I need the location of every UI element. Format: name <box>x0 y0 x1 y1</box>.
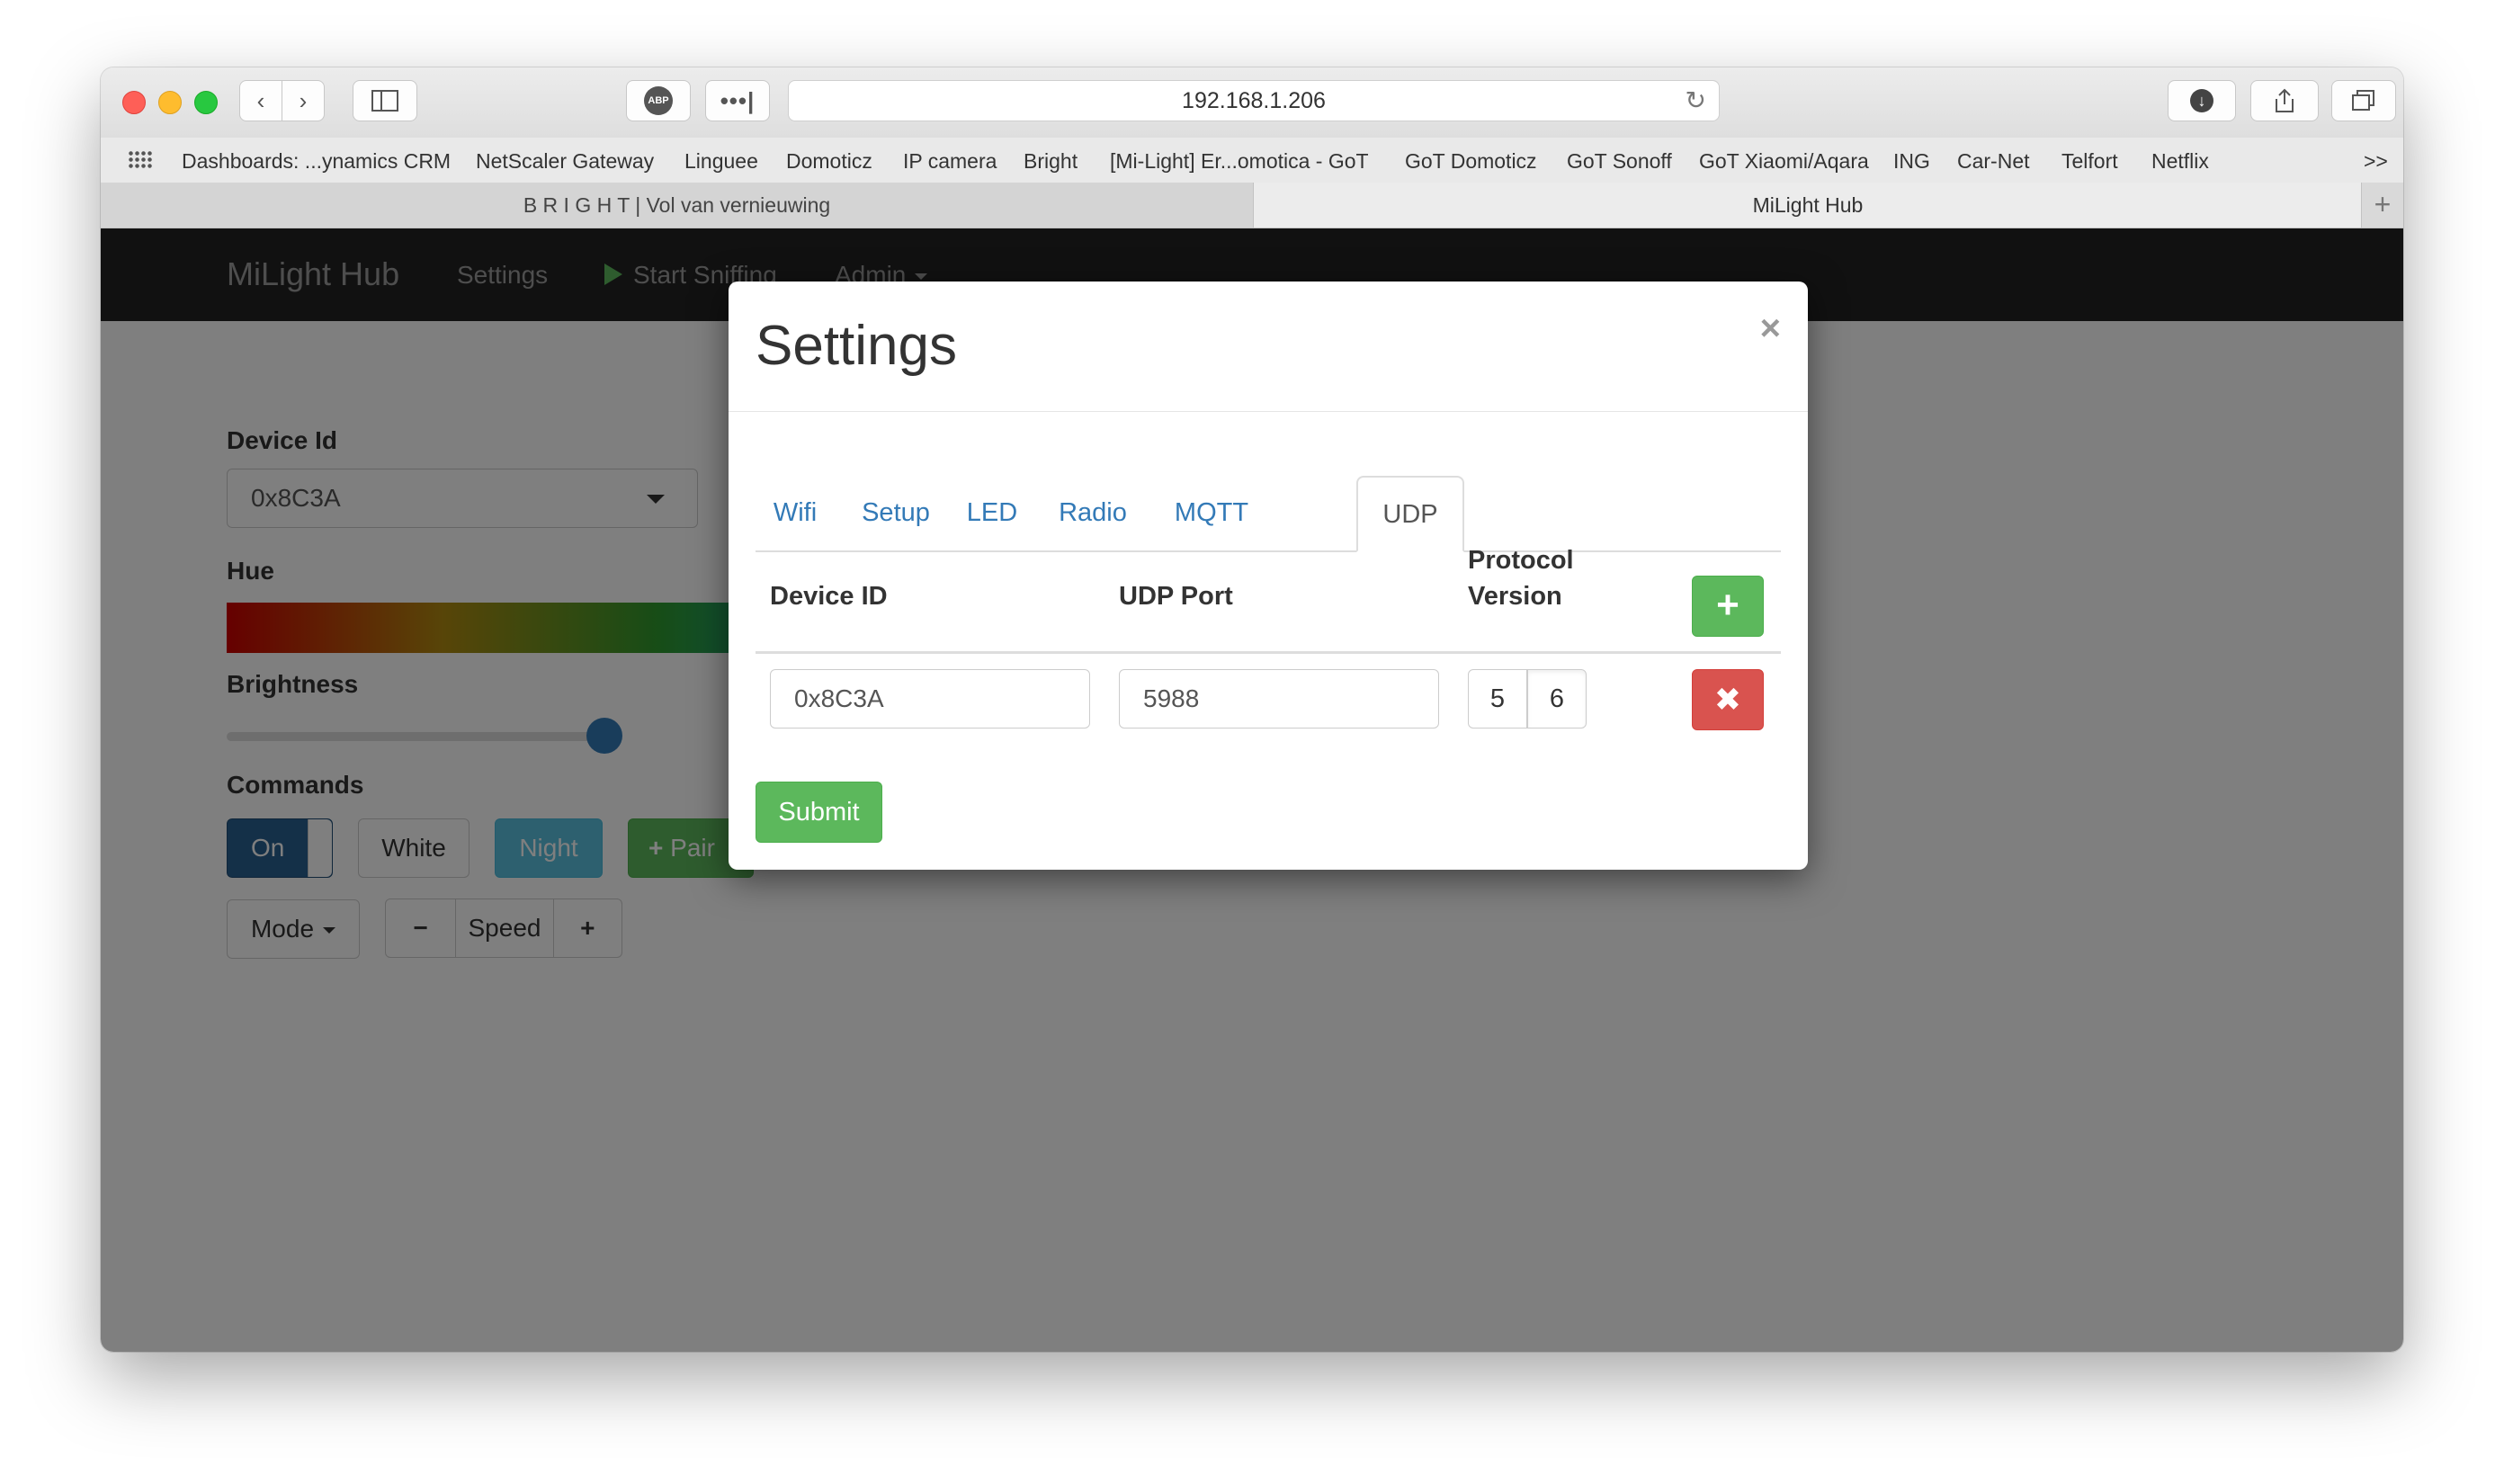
tab-overview-button[interactable] <box>2331 80 2396 121</box>
tab-radio[interactable]: Radio <box>1047 476 1139 550</box>
more-dots-icon: •••| <box>720 86 756 114</box>
url-text: 192.168.1.206 <box>1182 88 1326 113</box>
submit-button[interactable]: Submit <box>756 782 882 843</box>
adblock-button[interactable]: ABP <box>626 80 691 121</box>
tab-led[interactable]: LED <box>959 476 1025 550</box>
settings-tabs: Wifi Setup LED Radio MQTT UDP <box>756 476 1781 552</box>
modal-title: Settings <box>756 315 958 377</box>
add-row-button[interactable]: + <box>1692 576 1764 637</box>
protocol-version-option-6[interactable]: 6 <box>1527 669 1587 729</box>
web-page: MiLight Hub Settings Start Sniffing Admi… <box>101 228 2403 1352</box>
tab-mqtt[interactable]: MQTT <box>1162 476 1261 550</box>
column-header-udp-port: UDP Port <box>1119 582 1233 611</box>
bookmark[interactable]: GoT Xiaomi/Aqara <box>1699 149 1869 174</box>
back-button[interactable]: ‹ <box>239 80 282 121</box>
browser-toolbar: ‹ › ABP •••| 192.168.1.206 ↻ ↓ <box>101 67 2403 139</box>
modal-header: Settings × <box>729 282 1808 412</box>
bookmark[interactable]: IP camera <box>903 149 997 174</box>
bookmark[interactable]: ING <box>1893 149 1930 174</box>
bookmark[interactable]: Car-Net <box>1957 149 2030 174</box>
bookmark[interactable]: Linguee <box>684 149 758 174</box>
close-icon: ✖ <box>1713 681 1742 718</box>
protocol-header-line2: Version <box>1468 582 1562 611</box>
bookmark[interactable]: Domoticz <box>786 149 872 174</box>
bookmark[interactable]: Dashboards: ...ynamics CRM <box>182 149 451 174</box>
bookmarks-overflow-icon[interactable]: >> <box>2364 149 2388 174</box>
bookmark[interactable]: [Mi-Light] Er...omotica - GoT <box>1110 149 1369 174</box>
sidebar-icon <box>371 90 398 112</box>
close-window-button[interactable] <box>122 91 146 114</box>
download-icon: ↓ <box>2190 89 2213 112</box>
browser-window: ‹ › ABP •••| 192.168.1.206 ↻ ↓ Dashboard… <box>101 67 2403 1352</box>
protocol-header-line1: Protocol <box>1468 546 1574 575</box>
bookmark[interactable]: Bright <box>1024 149 1078 174</box>
browser-tab-bright[interactable]: B R I G H T | Vol van vernieuwing <box>101 183 1254 228</box>
close-icon[interactable]: × <box>1760 308 1781 349</box>
bookmark[interactable]: Telfort <box>2061 149 2118 174</box>
downloads-button[interactable]: ↓ <box>2168 80 2236 121</box>
delete-row-button[interactable]: ✖ <box>1692 669 1764 730</box>
browser-tab-strip: B R I G H T | Vol van vernieuwing MiLigh… <box>101 183 2403 228</box>
udp-port-field[interactable]: 5988 <box>1119 669 1439 729</box>
forward-button[interactable]: › <box>282 80 325 121</box>
bookmark[interactable]: GoT Sonoff <box>1567 149 1672 174</box>
new-tab-plus-icon[interactable]: + <box>2361 183 2403 228</box>
apps-grid-icon[interactable] <box>128 150 153 170</box>
tab-setup[interactable]: Setup <box>854 476 937 550</box>
settings-modal: Settings × Wifi Setup LED Radio MQTT UDP… <box>729 282 1808 870</box>
address-bar[interactable]: 192.168.1.206 ↻ <box>788 80 1720 121</box>
chevron-left-icon: ‹ <box>256 86 265 114</box>
tab-wifi[interactable]: Wifi <box>761 476 829 550</box>
share-icon <box>2276 88 2294 112</box>
chevron-right-icon: › <box>299 86 308 114</box>
device-id-field[interactable]: 0x8C3A <box>770 669 1090 729</box>
protocol-version-option-5[interactable]: 5 <box>1468 669 1527 729</box>
column-header-protocol-version: Protocol Version <box>1468 542 1574 614</box>
table-header-divider <box>756 651 1781 654</box>
bookmark[interactable]: Netflix <box>2151 149 2209 174</box>
plus-icon: + <box>1716 583 1739 627</box>
adblock-icon: ABP <box>644 86 673 115</box>
tabs-icon <box>2352 90 2374 111</box>
column-header-device-id: Device ID <box>770 582 888 611</box>
browser-tab-milight[interactable]: MiLight Hub <box>1254 183 2362 228</box>
share-button[interactable] <box>2250 80 2319 121</box>
bookmark[interactable]: NetScaler Gateway <box>476 149 654 174</box>
more-extensions-button[interactable]: •••| <box>705 80 770 121</box>
minimize-window-button[interactable] <box>158 91 182 114</box>
maximize-window-button[interactable] <box>194 91 218 114</box>
sidebar-toggle-button[interactable] <box>353 80 417 121</box>
reload-icon[interactable]: ↻ <box>1686 81 1706 121</box>
bookmarks-bar: Dashboards: ...ynamics CRM NetScaler Gat… <box>101 138 2403 183</box>
bookmark[interactable]: GoT Domoticz <box>1405 149 1537 174</box>
tab-udp[interactable]: UDP <box>1356 476 1464 552</box>
